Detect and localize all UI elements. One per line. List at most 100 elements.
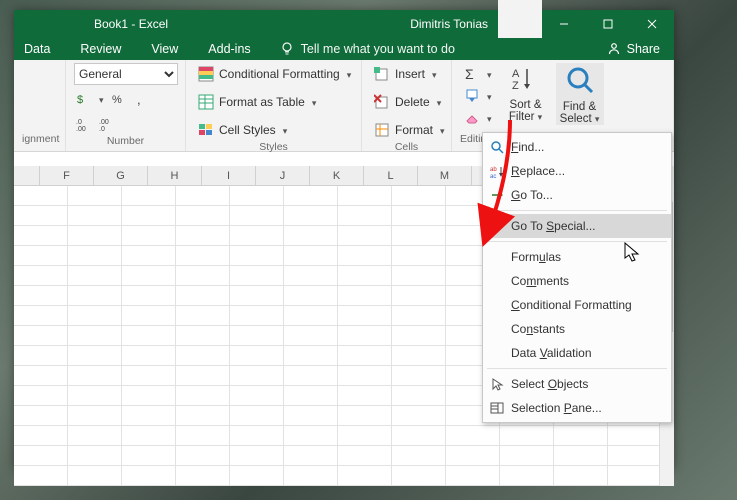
cell[interactable] [68,466,122,486]
format-as-table-button[interactable]: Format as Table [194,91,320,113]
cell[interactable] [122,326,176,346]
cell[interactable] [176,446,230,466]
cell[interactable] [608,466,662,486]
cell[interactable] [338,466,392,486]
cell[interactable] [68,226,122,246]
cell[interactable] [446,466,500,486]
cell[interactable] [122,426,176,446]
cell[interactable] [392,246,446,266]
cell[interactable] [122,186,176,206]
menu-goto-special[interactable]: Go To Special... [483,214,671,238]
cell[interactable] [122,466,176,486]
cell[interactable] [284,386,338,406]
cell[interactable] [14,286,68,306]
cell[interactable] [14,226,68,246]
cell[interactable] [392,266,446,286]
cell[interactable] [14,346,68,366]
cell[interactable] [176,386,230,406]
accounting-format-button[interactable]: $ [74,88,106,110]
menu-formulas[interactable]: Formulas [483,245,671,269]
cell[interactable] [68,286,122,306]
cell[interactable] [68,346,122,366]
maximize-button[interactable] [586,10,630,38]
cell[interactable] [338,326,392,346]
menu-comments[interactable]: Comments [483,269,671,293]
close-button[interactable] [630,10,674,38]
cell[interactable] [230,206,284,226]
number-format-select[interactable]: General [74,63,178,85]
cell[interactable] [284,286,338,306]
cell[interactable] [230,246,284,266]
col-header[interactable]: K [310,166,364,185]
cell[interactable] [392,406,446,426]
cell[interactable] [122,366,176,386]
cell[interactable] [392,186,446,206]
cell[interactable] [14,266,68,286]
cell[interactable] [230,366,284,386]
menu-find[interactable]: Find... [483,135,671,159]
cell[interactable] [176,366,230,386]
cell[interactable] [284,466,338,486]
cell[interactable] [176,406,230,426]
cell[interactable] [14,206,68,226]
cell[interactable] [14,306,68,326]
clear-button[interactable] [460,107,496,129]
cell[interactable] [68,326,122,346]
cell[interactable] [284,406,338,426]
cell[interactable] [338,446,392,466]
cell[interactable] [176,206,230,226]
cell[interactable] [230,226,284,246]
cell[interactable] [392,386,446,406]
cell[interactable] [284,266,338,286]
cell[interactable] [392,466,446,486]
tab-view[interactable]: View [149,38,180,60]
cell[interactable] [122,306,176,326]
cell[interactable] [284,326,338,346]
cell[interactable] [230,466,284,486]
tab-review[interactable]: Review [78,38,123,60]
menu-data-validation[interactable]: Data Validation [483,341,671,365]
cell[interactable] [284,226,338,246]
cell[interactable] [230,186,284,206]
cell[interactable] [284,426,338,446]
share-button[interactable]: Share [606,41,674,57]
cell[interactable] [284,206,338,226]
cell[interactable] [68,206,122,226]
cell[interactable] [608,446,662,466]
cell[interactable] [14,246,68,266]
cell[interactable] [122,446,176,466]
cell[interactable] [230,306,284,326]
insert-cells-button[interactable]: Insert [370,63,441,85]
cell[interactable] [284,366,338,386]
cell[interactable] [338,186,392,206]
cell[interactable] [500,426,554,446]
cell[interactable] [230,286,284,306]
cell[interactable] [284,446,338,466]
menu-select-objects[interactable]: Select Objects [483,372,671,396]
cell[interactable] [554,446,608,466]
cell[interactable] [176,266,230,286]
cell[interactable] [68,386,122,406]
cell[interactable] [392,306,446,326]
cell[interactable] [68,446,122,466]
cell[interactable] [284,186,338,206]
tell-me-search[interactable]: Tell me what you want to do [279,41,455,57]
cell[interactable] [392,446,446,466]
cell[interactable] [230,346,284,366]
minimize-button[interactable] [542,10,586,38]
cell[interactable] [176,286,230,306]
cell[interactable] [68,266,122,286]
menu-replace[interactable]: abac Replace... [483,159,671,183]
cell[interactable] [68,406,122,426]
tab-addins[interactable]: Add-ins [206,38,252,60]
comma-format-button[interactable]: , [132,88,152,110]
cell[interactable] [338,386,392,406]
cell[interactable] [176,346,230,366]
increase-decimal-button[interactable]: .0.00 [74,113,94,135]
cell[interactable] [14,426,68,446]
cell[interactable] [338,266,392,286]
cell[interactable] [176,306,230,326]
cell[interactable] [14,466,68,486]
cell[interactable] [500,446,554,466]
cell[interactable] [446,426,500,446]
